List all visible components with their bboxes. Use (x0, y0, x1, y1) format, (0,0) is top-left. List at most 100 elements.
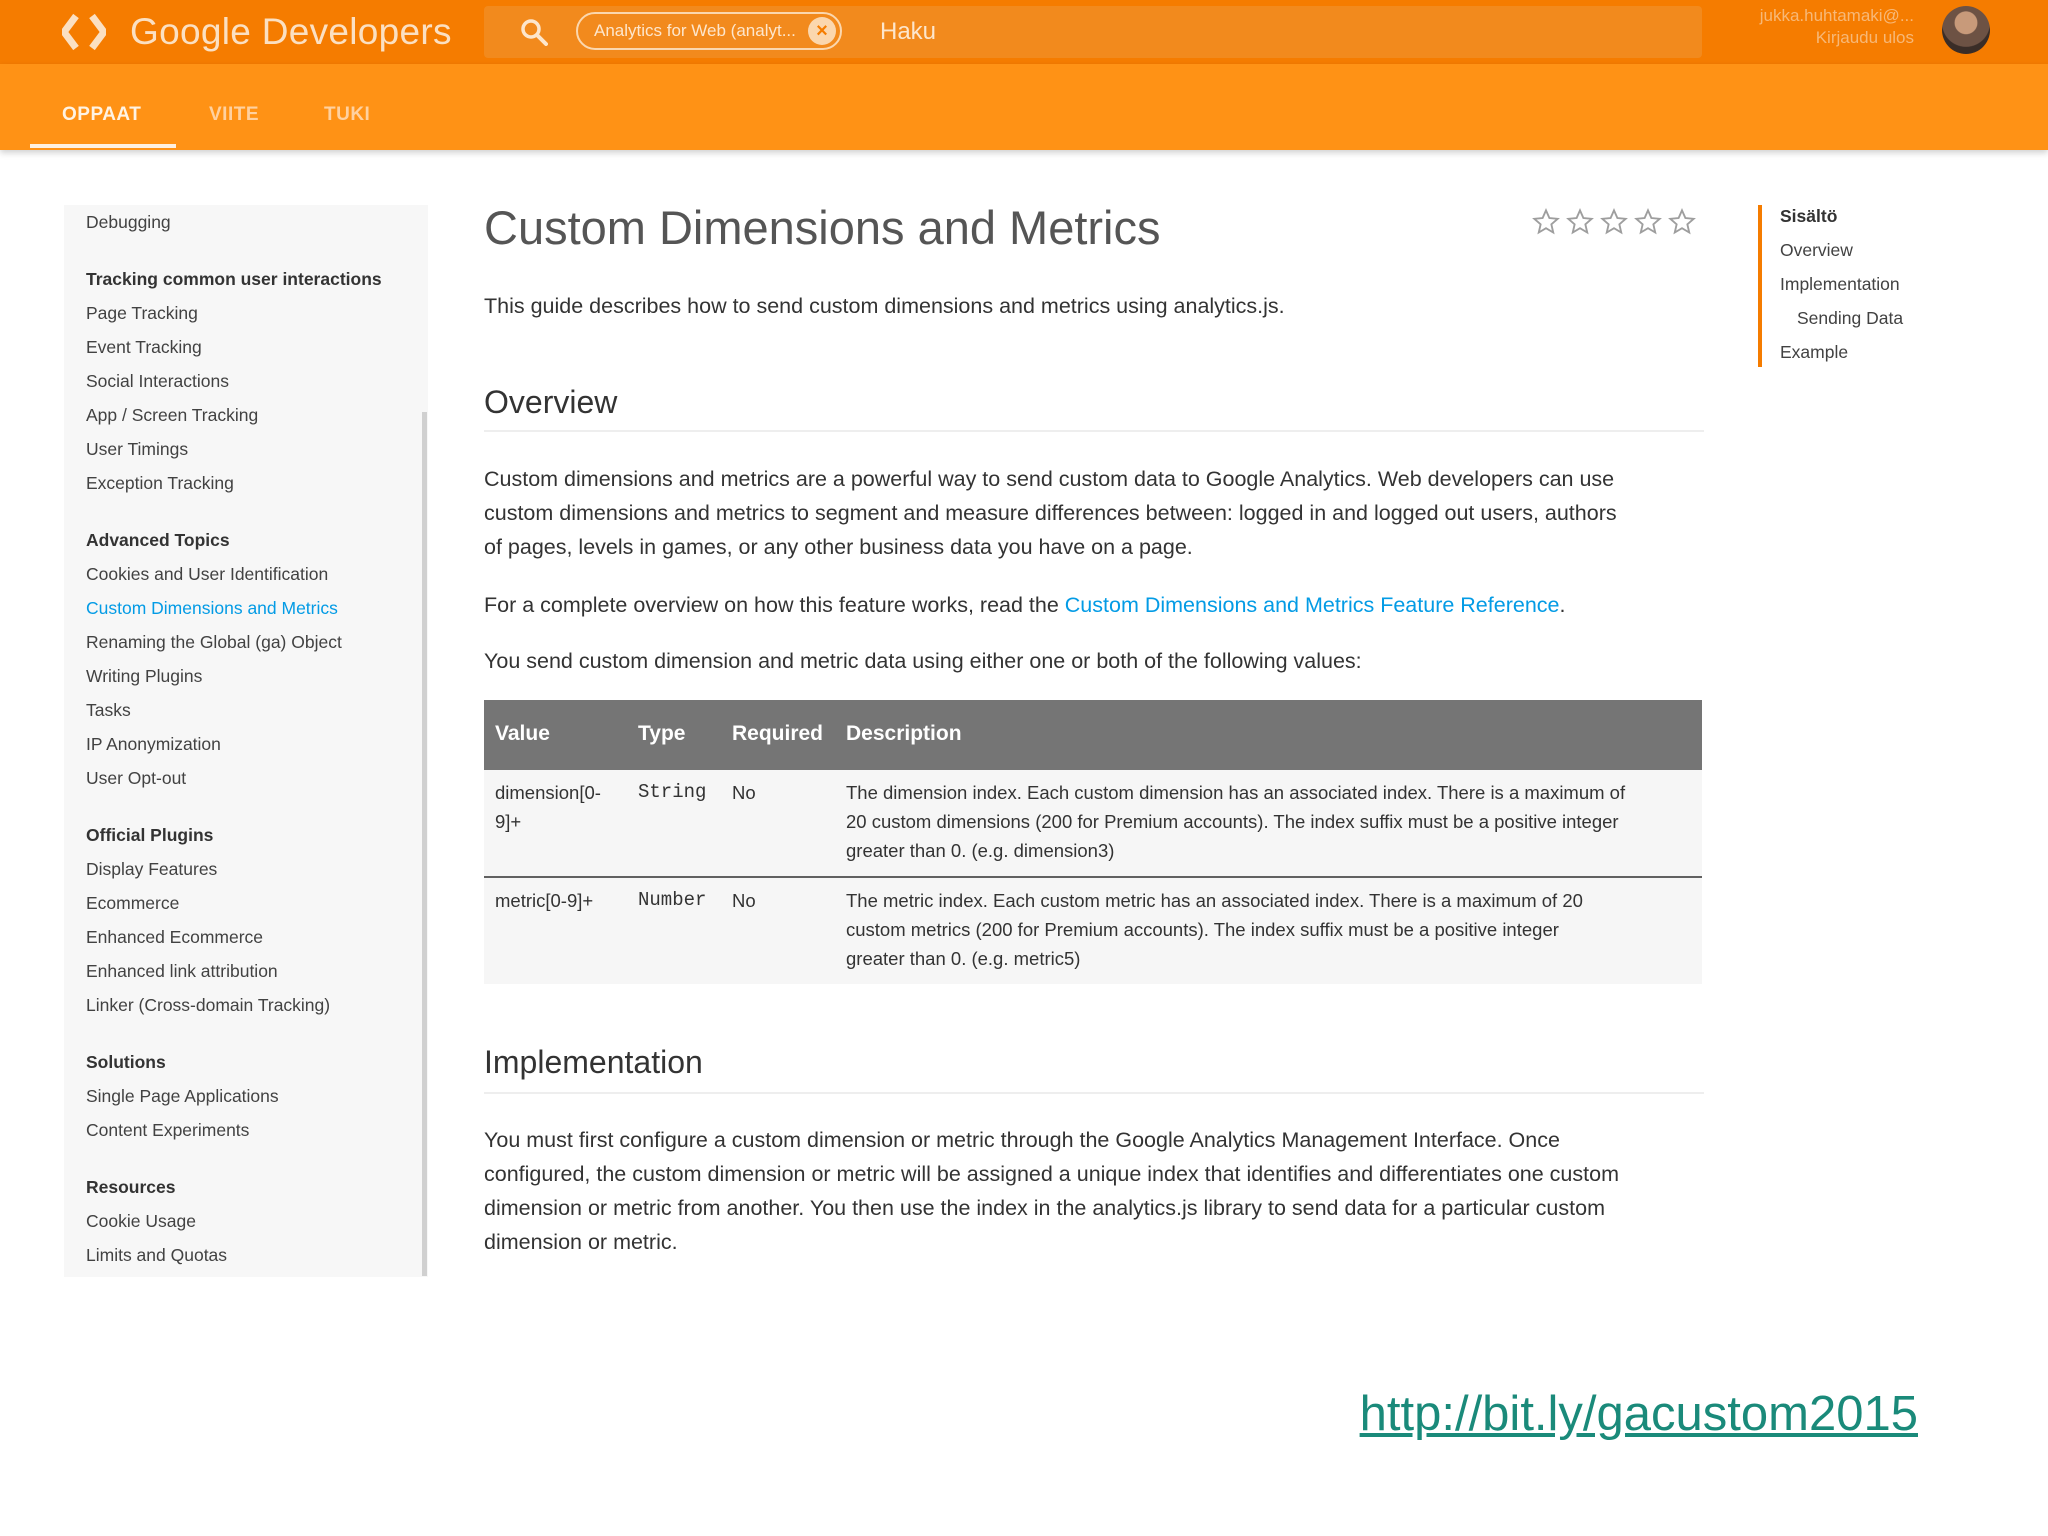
active-tab-indicator (30, 144, 176, 148)
sidebar-item-tasks[interactable]: Tasks (86, 700, 131, 721)
search-input[interactable]: Haku (880, 18, 936, 46)
description-line: The dimension index. Each custom dimensi… (846, 782, 1626, 803)
cell-description: The metric index. Each custom metric has… (846, 886, 1583, 973)
sidebar-item-user-timings[interactable]: User Timings (86, 439, 188, 460)
search-icon[interactable] (520, 18, 548, 46)
cell-type: Number (638, 889, 707, 911)
description-line: custom metrics (200 for Premium accounts… (846, 919, 1559, 940)
sidebar-heading-solutions: Solutions (86, 1052, 166, 1072)
column-header-description: Description (846, 722, 962, 745)
top-header: Google Developers Analytics for Web (ana… (0, 0, 2048, 64)
star-icon[interactable] (1668, 208, 1696, 236)
sidebar-item-linker[interactable]: Linker (Cross-domain Tracking) (86, 995, 330, 1016)
brand-name: Google Developers (130, 11, 452, 52)
cell-description: The dimension index. Each custom dimensi… (846, 778, 1625, 865)
search-filter-chip-label: Analytics for Web (analyt... (594, 21, 796, 40)
page-title: Custom Dimensions and Metrics (484, 201, 1161, 254)
value-line: dimension[0- (495, 782, 601, 803)
tab-viite[interactable]: VIITE (209, 104, 259, 126)
heading-divider (484, 430, 1704, 432)
overview-paragraph: Custom dimensions and metrics are a powe… (484, 462, 1710, 564)
sidebar-item-enhanced-link-attribution[interactable]: Enhanced link attribution (86, 961, 278, 982)
search-box[interactable]: Analytics for Web (analyt... × Haku (484, 6, 1702, 58)
table-row: metric[0-9]+ Number No The metric index.… (484, 878, 1702, 984)
table-row: dimension[0- 9]+ String No The dimension… (484, 770, 1702, 876)
overview-line: of pages, levels in games, or any other … (484, 535, 1193, 559)
sidebar-heading-official-plugins: Official Plugins (86, 825, 214, 845)
column-header-type: Type (638, 722, 686, 745)
sidebar-item-cookies[interactable]: Cookies and User Identification (86, 564, 328, 585)
sidebar-item-ip-anonymization[interactable]: IP Anonymization (86, 734, 221, 755)
feature-reference-link[interactable]: Custom Dimensions and Metrics Feature Re… (1065, 593, 1560, 617)
sidebar-item-renaming-global[interactable]: Renaming the Global (ga) Object (86, 632, 342, 653)
tab-oppaat[interactable]: OPPAAT (62, 104, 141, 126)
toc-item-overview[interactable]: Overview (1780, 240, 1853, 261)
value-line: 9]+ (495, 811, 522, 832)
sidebar-item-debugging[interactable]: Debugging (86, 212, 171, 233)
sidebar-item-cookie-usage[interactable]: Cookie Usage (86, 1211, 196, 1232)
toc-item-implementation[interactable]: Implementation (1780, 274, 1900, 295)
cell-required: No (732, 890, 756, 911)
implementation-heading: Implementation (484, 1044, 703, 1080)
user-email: jukka.huhtamaki@... (1759, 6, 1914, 25)
avatar[interactable] (1942, 6, 1990, 54)
implementation-line: dimension or metric from another. You th… (484, 1196, 1605, 1220)
overview-line: Custom dimensions and metrics are a powe… (484, 467, 1615, 491)
table-header: Value Type Required Description (484, 700, 1702, 770)
heading-divider (484, 1092, 1704, 1094)
description-line: greater than 0. (e.g. dimension3) (846, 840, 1115, 861)
tab-tuki[interactable]: TUKI (324, 104, 370, 126)
star-icon[interactable] (1600, 208, 1628, 236)
sidebar-item-ecommerce[interactable]: Ecommerce (86, 893, 179, 914)
cell-value: dimension[0- 9]+ (495, 778, 601, 836)
google-developers-logo-icon (62, 13, 106, 51)
sidebar-item-single-page-apps[interactable]: Single Page Applications (86, 1086, 279, 1107)
star-icon[interactable] (1532, 208, 1560, 236)
description-line: The metric index. Each custom metric has… (846, 890, 1583, 911)
section-nav: OPPAAT VIITE TUKI (0, 64, 2048, 150)
sidebar-heading-tracking: Tracking common user interactions (86, 269, 382, 289)
sidebar-item-app-screen-tracking[interactable]: App / Screen Tracking (86, 405, 258, 426)
short-url-link[interactable]: http://bit.ly/gacustom2015 (1360, 1386, 1918, 1442)
reference-prefix: For a complete overview on how this feat… (484, 593, 1065, 617)
implementation-line: You must first configure a custom dimens… (484, 1128, 1560, 1152)
sidebar-item-exception-tracking[interactable]: Exception Tracking (86, 473, 234, 494)
cell-value: metric[0-9]+ (495, 886, 593, 915)
column-header-required: Required (732, 722, 824, 745)
search-filter-chip[interactable]: Analytics for Web (analyt... × (576, 12, 842, 50)
value-line: metric[0-9]+ (495, 890, 594, 911)
implementation-paragraph: You must first configure a custom dimens… (484, 1123, 1710, 1259)
values-intro: You send custom dimension and metric dat… (484, 649, 1362, 673)
close-icon[interactable]: × (808, 17, 836, 45)
sidebar-item-content-experiments[interactable]: Content Experiments (86, 1120, 249, 1141)
implementation-line: dimension or metric. (484, 1230, 678, 1254)
sidebar-item-display-features[interactable]: Display Features (86, 859, 217, 880)
sidebar-item-limits-quotas[interactable]: Limits and Quotas (86, 1245, 227, 1266)
sidebar-heading-resources: Resources (86, 1177, 176, 1197)
sidebar-item-enhanced-ecommerce[interactable]: Enhanced Ecommerce (86, 927, 263, 948)
cell-required: No (732, 782, 756, 803)
overview-line: custom dimensions and metrics to segment… (484, 501, 1617, 525)
sidebar-item-social-interactions[interactable]: Social Interactions (86, 371, 229, 392)
sidebar-item-page-tracking[interactable]: Page Tracking (86, 303, 198, 324)
toc-item-sending-data[interactable]: Sending Data (1797, 308, 1903, 329)
sidebar-item-user-opt-out[interactable]: User Opt-out (86, 768, 186, 789)
reference-suffix: . (1559, 593, 1566, 617)
sidebar-item-custom-dimensions[interactable]: Custom Dimensions and Metrics (86, 598, 338, 619)
reference-paragraph: For a complete overview on how this feat… (484, 588, 1710, 622)
sidebar-heading-advanced-topics: Advanced Topics (86, 530, 230, 550)
overview-heading: Overview (484, 384, 618, 420)
intro-text: This guide describes how to send custom … (484, 294, 1285, 318)
logout-link[interactable]: Kirjaudu ulos (1816, 28, 1914, 48)
sidebar-scrollbar[interactable] (422, 412, 427, 1276)
implementation-line: configured, the custom dimension or metr… (484, 1162, 1619, 1186)
sidebar-item-writing-plugins[interactable]: Writing Plugins (86, 666, 202, 687)
toc-heading: Sisältö (1780, 206, 1838, 226)
brand-logo[interactable]: Google Developers (62, 10, 452, 54)
sidebar-item-event-tracking[interactable]: Event Tracking (86, 337, 202, 358)
column-header-value: Value (495, 722, 550, 745)
star-icon[interactable] (1634, 208, 1662, 236)
description-line: greater than 0. (e.g. metric5) (846, 948, 1081, 969)
toc-item-example[interactable]: Example (1780, 342, 1848, 363)
star-icon[interactable] (1566, 208, 1594, 236)
